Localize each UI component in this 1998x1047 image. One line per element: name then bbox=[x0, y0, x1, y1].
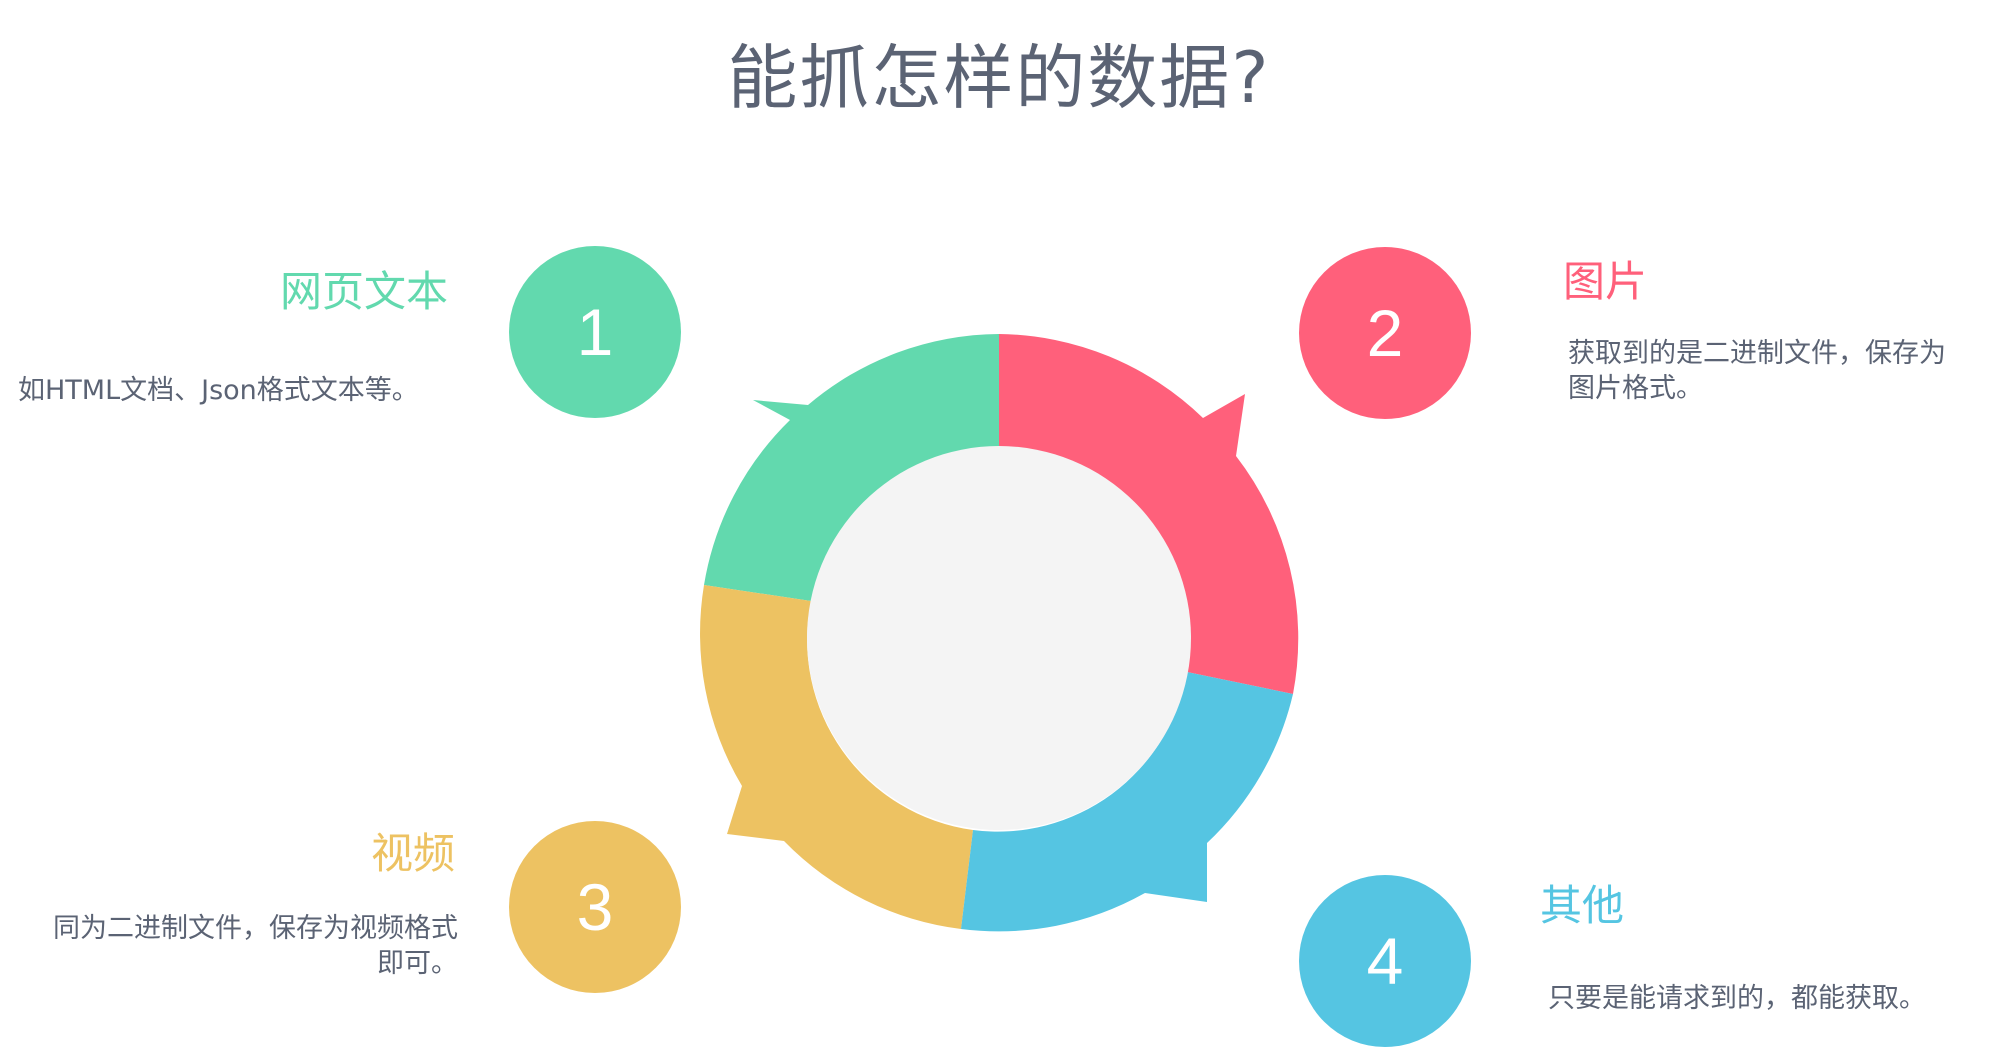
image-title: 图片 bbox=[1563, 257, 1648, 306]
image-description-line-2: 图片格式。 bbox=[1568, 373, 1703, 404]
number-3: 3 bbox=[576, 870, 614, 944]
image-description: 获取到的是二进制文件，保存为 图片格式。 bbox=[1568, 336, 1946, 406]
video-description: 同为二进制文件，保存为视频格式 即可。 bbox=[53, 911, 458, 981]
video-description-line-1: 同为二进制文件，保存为视频格式 bbox=[53, 913, 458, 944]
other-title: 其他 bbox=[1540, 881, 1625, 930]
other-description: 只要是能请求到的，都能获取。 bbox=[1548, 983, 1926, 1014]
number-4: 4 bbox=[1366, 924, 1404, 998]
number-badge-1: 1 bbox=[509, 246, 681, 418]
image-description-line-1: 获取到的是二进制文件，保存为 bbox=[1568, 338, 1946, 369]
donut-center bbox=[807, 446, 1191, 830]
number-1: 1 bbox=[576, 295, 614, 369]
video-title: 视频 bbox=[370, 829, 455, 878]
number-badge-3: 3 bbox=[509, 821, 681, 993]
web-text-description: 如HTML文档、Json格式文本等。 bbox=[18, 375, 419, 406]
video-description-line-2: 即可。 bbox=[377, 948, 458, 979]
number-badge-4: 4 bbox=[1299, 875, 1471, 1047]
number-2: 2 bbox=[1366, 296, 1404, 370]
donut-ring bbox=[700, 334, 1299, 932]
web-text-title: 网页文本 bbox=[279, 267, 448, 316]
number-badge-2: 2 bbox=[1299, 247, 1471, 419]
